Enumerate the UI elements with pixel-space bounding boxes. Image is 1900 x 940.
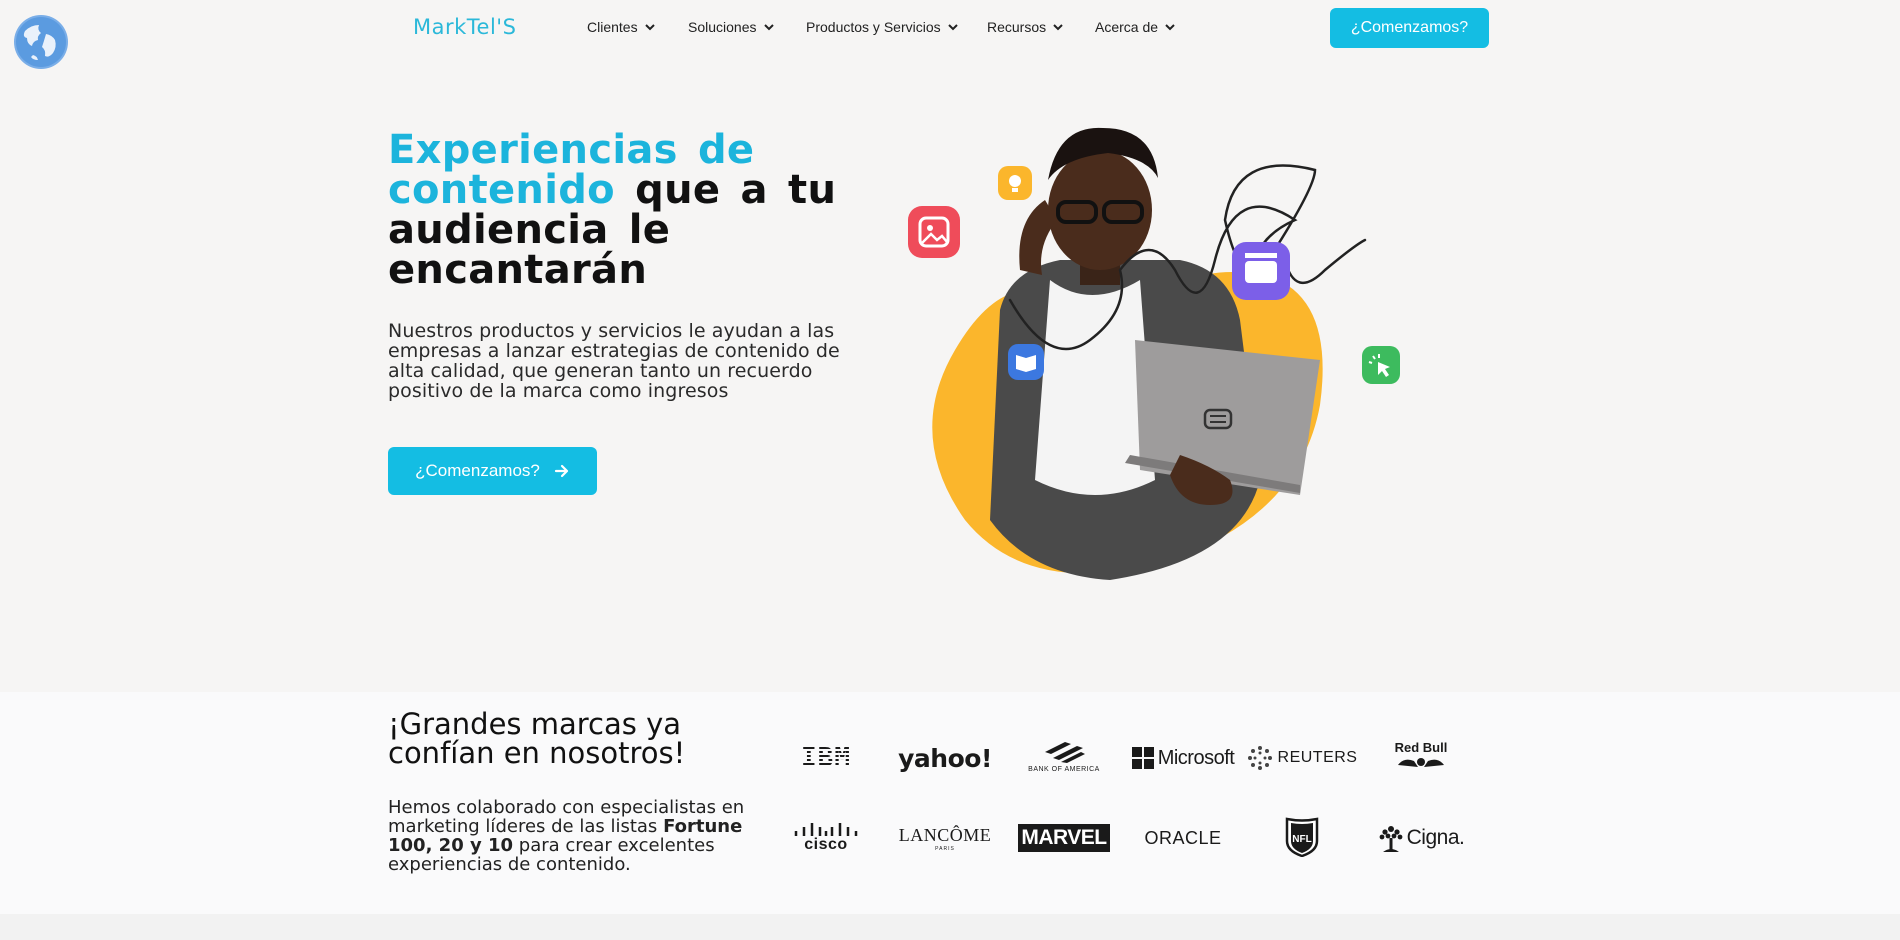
- nav-label: Recursos: [987, 19, 1047, 35]
- bank-of-america-logo: BANK OF AMERICA: [1008, 736, 1120, 776]
- nav-label: Clientes: [587, 19, 638, 35]
- nav-item-productos-servicios[interactable]: Productos y Servicios: [806, 19, 959, 35]
- cisco-logo: cisco: [770, 818, 882, 858]
- nav-label: Acerca de: [1095, 19, 1159, 35]
- nfl-shield-icon: NFL: [1285, 817, 1319, 857]
- marvel-logo: MARVEL: [1008, 818, 1120, 858]
- cigna-logo: Cigna.: [1365, 818, 1477, 858]
- chevron-down-icon: [947, 24, 958, 31]
- chevron-down-icon: [1165, 24, 1175, 31]
- hero-description: Nuestros productos y servicios le ayudan…: [388, 320, 840, 402]
- hero-cta-button[interactable]: ¿Comenzamos?: [388, 447, 597, 495]
- bank-of-america-flag-icon: [1045, 741, 1085, 763]
- nav-item-soluciones[interactable]: Soluciones: [688, 19, 775, 35]
- yahoo-logo: yahoo!: [898, 743, 992, 773]
- nav-item-recursos[interactable]: Recursos: [987, 19, 1064, 35]
- cisco-bars-icon: [794, 823, 858, 836]
- microsoft-logo: Microsoft: [1127, 738, 1239, 778]
- brands-title: ¡Grandes marcas ya confían en nosotros!: [388, 707, 686, 770]
- next-section-edge: [0, 914, 1900, 940]
- oracle-logo: ORACLE: [1144, 827, 1222, 848]
- hero-title: Experiencias de contenido que a tu audie…: [388, 130, 888, 290]
- lightbulb-icon: [998, 166, 1032, 200]
- nfl-wordmark: NFL: [1292, 834, 1311, 845]
- brand-logo[interactable]: MarkTel'S: [413, 15, 516, 39]
- red-bull-logo: Red Bull: [1365, 734, 1477, 774]
- red-bull-bulls-icon: [1398, 757, 1444, 767]
- brands-section: ¡Grandes marcas ya confían en nosotros! …: [0, 692, 1900, 914]
- hero-cta-label: ¿Comenzamos?: [415, 461, 540, 480]
- image-icon: [908, 206, 960, 258]
- ibm-logo: IBM: [801, 743, 851, 773]
- chevron-down-icon: [1053, 24, 1063, 31]
- microsoft-squares-icon: [1131, 747, 1154, 769]
- arrow-right-icon: [554, 464, 568, 478]
- globe-icon[interactable]: [13, 14, 69, 70]
- chevron-down-icon: [763, 24, 774, 31]
- reuters-dots-icon: [1247, 746, 1272, 770]
- book-icon: [1008, 344, 1044, 380]
- video-clapper-icon: [1232, 242, 1290, 300]
- nav-label: Productos y Servicios: [806, 19, 941, 35]
- lancome-logo: LANCÔME PARIS: [898, 824, 992, 852]
- cigna-tree-icon: [1379, 826, 1403, 852]
- reuters-logo: REUTERS: [1246, 738, 1358, 778]
- chevron-down-icon: [644, 24, 655, 31]
- brands-description: Hemos colaborado con especialistas en ma…: [388, 798, 758, 874]
- nav-item-clientes[interactable]: Clientes: [587, 19, 656, 35]
- nfl-logo: NFL: [1246, 816, 1358, 857]
- click-cursor-icon: [1362, 346, 1400, 384]
- header-cta-button[interactable]: ¿Comenzamos?: [1330, 8, 1489, 48]
- nav-label: Soluciones: [688, 19, 757, 35]
- hero-illustration: [908, 127, 1400, 580]
- nav-item-acerca-de[interactable]: Acerca de: [1095, 19, 1176, 35]
